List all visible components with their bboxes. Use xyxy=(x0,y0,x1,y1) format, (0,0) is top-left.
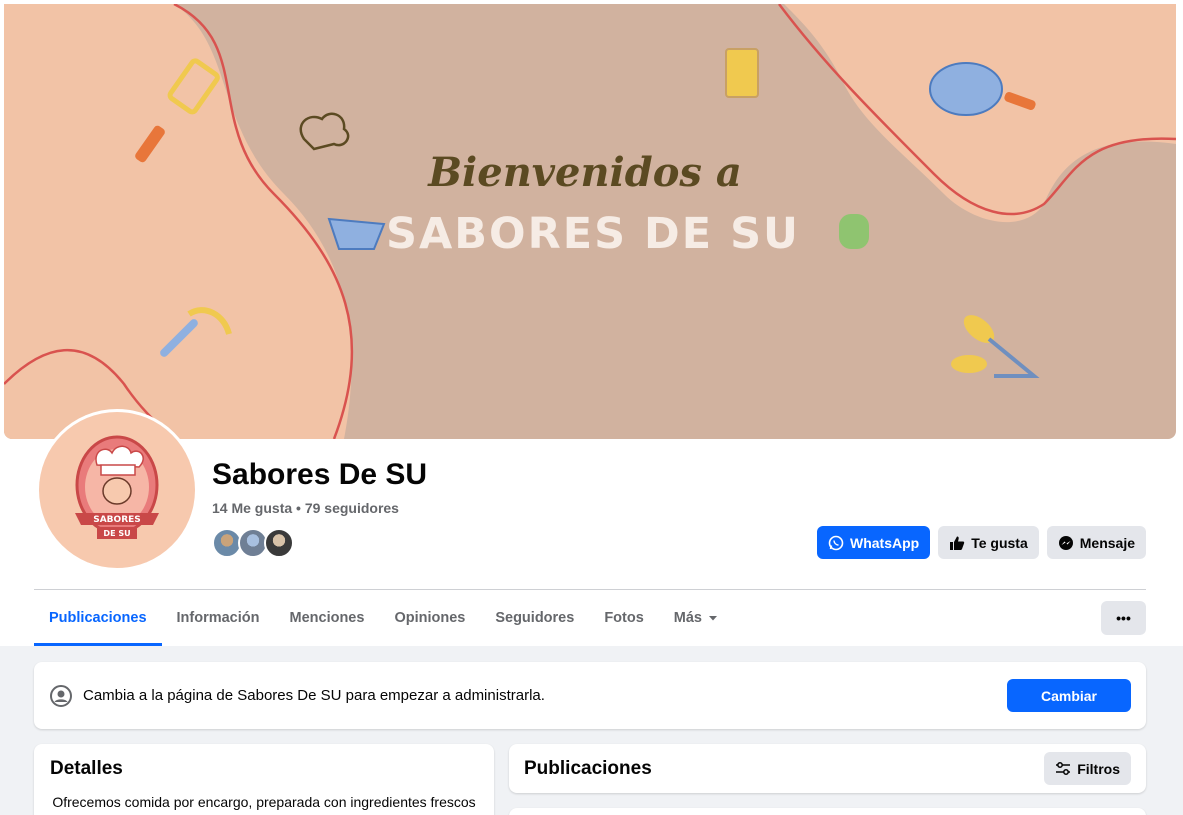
message-label: Mensaje xyxy=(1079,534,1135,551)
tab-opiniones[interactable]: Opiniones xyxy=(379,590,480,646)
whatsapp-icon xyxy=(828,535,844,550)
admin-switch-banner: Cambia a la página de Sabores De SU para… xyxy=(34,662,1146,729)
details-description: Ofrecemos comida por encargo, preparada … xyxy=(52,794,476,810)
message-button[interactable]: Mensaje xyxy=(1046,526,1146,559)
profile-avatar[interactable]: SABORES DE SU xyxy=(36,409,198,571)
tab-menciones[interactable]: Menciones xyxy=(275,590,380,646)
whatsapp-label: WhatsApp xyxy=(850,534,920,551)
like-label: Te gusta xyxy=(971,534,1028,551)
posts-card: Publicaciones Filtros xyxy=(509,744,1146,793)
switch-button[interactable]: Cambiar xyxy=(1007,679,1131,712)
chef-logo: SABORES DE SU xyxy=(75,435,159,539)
details-card: Detalles Ofrecemos comida por encargo, p… xyxy=(34,744,494,815)
banner-message: Cambia a la página de Sabores De SU para… xyxy=(83,687,545,704)
cover-photo[interactable]: Bienvenidos a SABORES DE SU xyxy=(4,4,1176,439)
more-options-button[interactable]: ••• xyxy=(1101,601,1146,635)
caret-down-icon xyxy=(709,616,717,621)
follower-avatar[interactable] xyxy=(264,528,294,558)
filters-label: Filtros xyxy=(1077,760,1120,777)
tab-informacion[interactable]: Información xyxy=(162,590,275,646)
post-card xyxy=(509,808,1146,815)
tab-fotos[interactable]: Fotos xyxy=(589,590,658,646)
page-title: Sabores De SU xyxy=(212,458,428,491)
tab-publicaciones[interactable]: Publicaciones xyxy=(34,590,162,646)
like-button[interactable]: Te gusta xyxy=(938,526,1039,559)
filter-sliders-icon xyxy=(1056,761,1071,775)
thumbs-up-icon xyxy=(950,536,965,550)
tab-mas[interactable]: Más xyxy=(659,590,733,646)
logo-text-top: SABORES xyxy=(93,515,141,525)
page-tabs: Publicaciones Información Menciones Opin… xyxy=(34,590,733,646)
whatsapp-button[interactable]: WhatsApp xyxy=(817,526,931,559)
tab-mas-label: Más xyxy=(673,610,702,626)
cover-greeting: Bienvenidos a xyxy=(428,149,742,196)
details-title: Detalles xyxy=(50,758,123,779)
cover-title: SABORES DE SU xyxy=(386,209,800,259)
messenger-icon xyxy=(1058,535,1073,550)
profile-switch-icon xyxy=(50,684,72,707)
posts-title: Publicaciones xyxy=(524,757,652,779)
page-actions: WhatsApp Te gusta Mensaje xyxy=(817,526,1146,559)
filters-button[interactable]: Filtros xyxy=(1044,752,1131,785)
logo-text-bottom: DE SU xyxy=(103,529,130,538)
tab-seguidores[interactable]: Seguidores xyxy=(480,590,589,646)
page-stats[interactable]: 14 Me gusta • 79 seguidores xyxy=(212,500,399,516)
